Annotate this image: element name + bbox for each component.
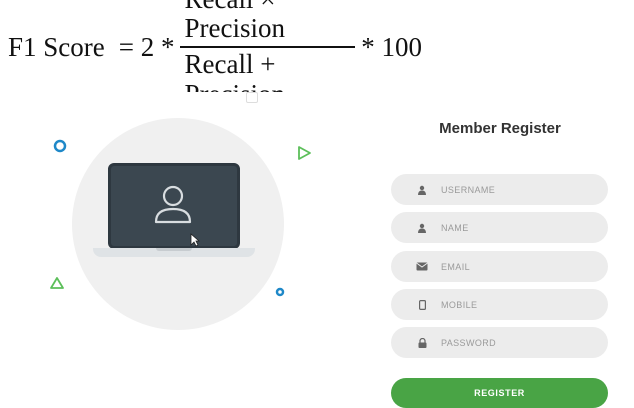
- mobile-field[interactable]: [391, 289, 608, 320]
- email-input[interactable]: [441, 261, 591, 272]
- password-input[interactable]: [441, 337, 591, 348]
- formula-suffix: * 100: [361, 31, 422, 62]
- triangle-up-icon: [50, 277, 64, 289]
- name-input[interactable]: [441, 222, 591, 233]
- envelope-icon: [415, 260, 429, 274]
- formula-lhs: F1 Score: [8, 31, 105, 62]
- triangle-right-icon: [298, 146, 311, 160]
- circle-outline-icon: [53, 139, 67, 153]
- mobile-input[interactable]: [441, 299, 591, 310]
- email-field[interactable]: [391, 251, 608, 282]
- f1-score-formula: F1 Score = 2 * Recall × Precision Recall…: [8, 0, 422, 109]
- username-input[interactable]: [441, 184, 591, 195]
- name-field[interactable]: [391, 212, 608, 243]
- lock-icon: [415, 336, 429, 350]
- user-icon: [415, 183, 429, 197]
- mobile-icon: [415, 298, 429, 312]
- cursor-icon: [190, 233, 200, 247]
- placeholder-mark: [246, 92, 258, 103]
- register-button[interactable]: REGISTER: [391, 378, 608, 408]
- username-field[interactable]: [391, 174, 608, 205]
- small-circle-icon: [275, 287, 285, 297]
- formula-numerator: Recall × Precision: [180, 0, 356, 48]
- formula-panel: F1 Score = 2 * Recall × Precision Recall…: [0, 0, 422, 109]
- user-icon: [415, 221, 429, 235]
- laptop-notch: [156, 248, 192, 251]
- password-field[interactable]: [391, 327, 608, 358]
- formula-equals: = 2 *: [118, 31, 175, 62]
- form-title: Member Register: [439, 120, 561, 137]
- user-avatar-icon: [154, 185, 192, 224]
